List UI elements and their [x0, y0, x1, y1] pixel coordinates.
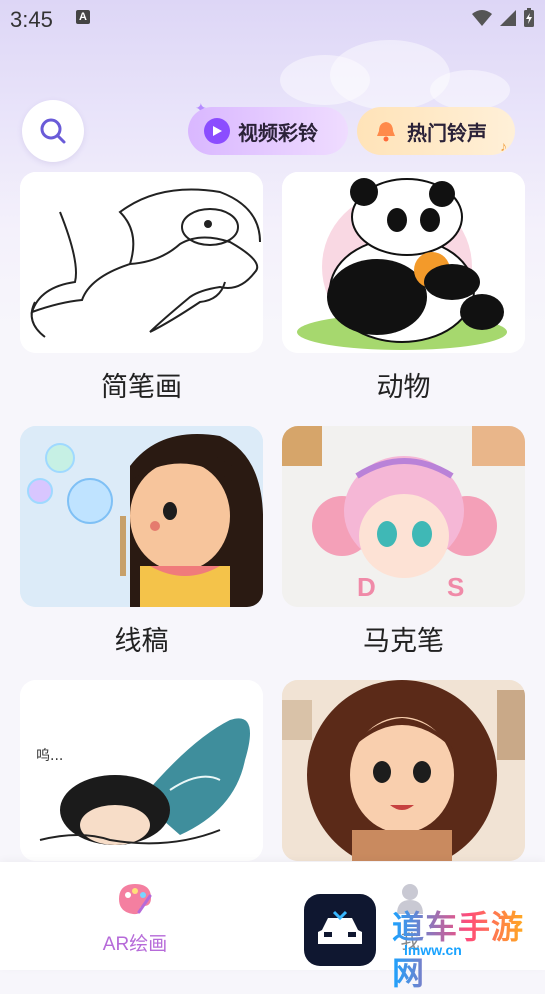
accessibility-icon: A — [76, 10, 90, 24]
hot-ringtone-label: 热门铃声 — [407, 122, 487, 145]
svg-text:S: S — [447, 572, 464, 602]
battery-icon — [524, 8, 534, 27]
panda-image — [282, 172, 525, 353]
category-label: 线稿 — [114, 626, 169, 656]
anime-girl-image: D S — [282, 426, 525, 607]
watermark-url: lmww.cn — [404, 942, 462, 958]
status-bar: 3:45 A — [0, 0, 545, 38]
search-icon — [40, 118, 66, 144]
music-note-icon: ♪ — [500, 138, 507, 154]
signal-icon — [500, 10, 516, 26]
palette-icon — [119, 884, 152, 915]
status-time: 3:45 — [10, 7, 53, 32]
status-icons — [471, 8, 535, 28]
bell-icon — [373, 118, 399, 144]
whale-drawing-image — [20, 172, 263, 353]
curly-hair-girl-image — [282, 680, 525, 861]
search-button[interactable] — [22, 100, 84, 162]
video-ringtone-button[interactable]: 视频彩铃 — [188, 107, 348, 155]
sound-effect-text: 呜... — [36, 748, 63, 764]
category-card[interactable]: D S 马克笔 — [282, 426, 525, 661]
watermark: 道车手游网 lmww.cn — [304, 894, 544, 991]
play-icon — [204, 118, 230, 144]
svg-text:D: D — [357, 572, 376, 602]
wifi-icon — [472, 10, 492, 26]
mermaid-image: 呜... — [20, 680, 263, 861]
category-card[interactable]: 动物 — [282, 172, 525, 407]
cloud-decoration — [430, 70, 510, 110]
nav-ar-drawing[interactable]: AR绘画 — [95, 882, 175, 956]
category-card[interactable]: 线稿 — [20, 426, 263, 661]
watermark-car-logo-icon — [304, 894, 376, 966]
nav-ar-label: AR绘画 — [102, 934, 168, 955]
category-label: 简笔画 — [101, 372, 182, 402]
category-label: 动物 — [376, 372, 431, 402]
category-card[interactable]: 简笔画 — [20, 172, 263, 407]
category-label: 马克笔 — [363, 626, 444, 656]
bubble-girl-image — [20, 426, 263, 607]
hot-ringtone-button[interactable]: 热门铃声 — [357, 107, 515, 155]
cloud-decoration — [330, 40, 450, 110]
video-ringtone-label: 视频彩铃 — [238, 122, 318, 145]
